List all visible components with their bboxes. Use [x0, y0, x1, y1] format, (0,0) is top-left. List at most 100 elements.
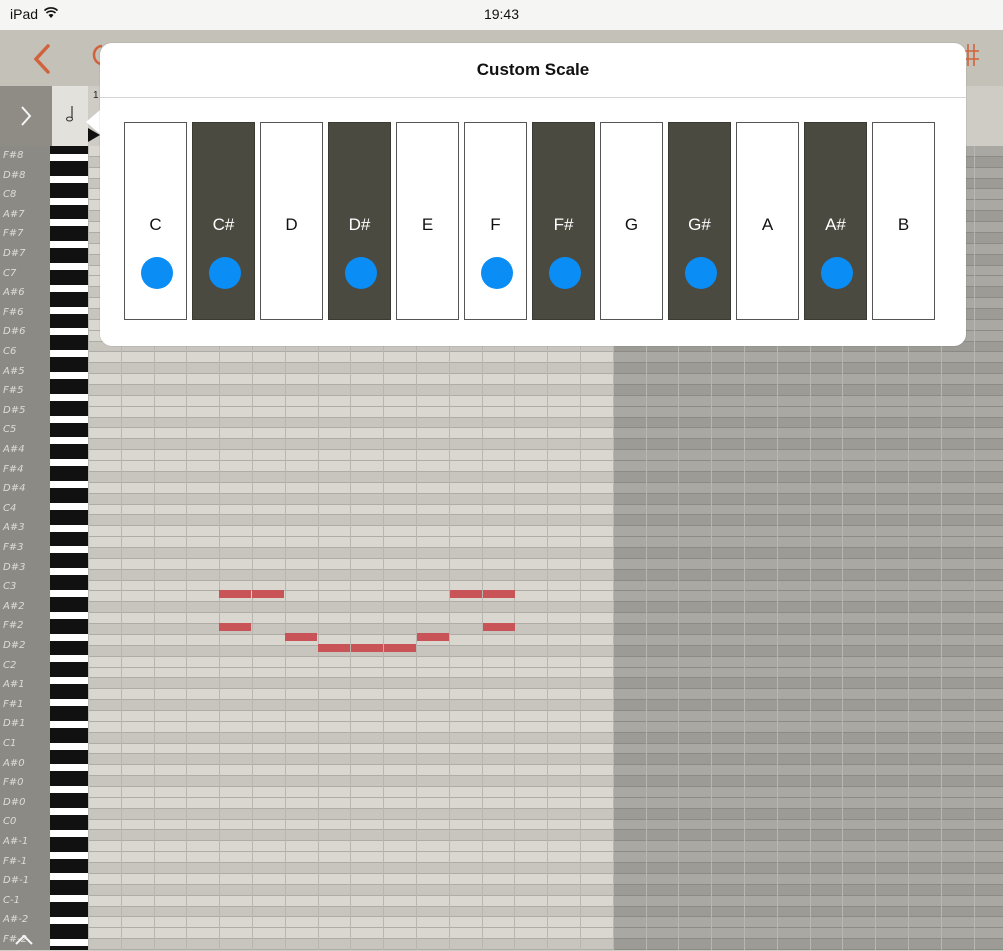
status-time: 19:43 — [483, 6, 520, 22]
scale-key-label: G# — [688, 215, 711, 234]
note-label: C3 — [3, 581, 17, 593]
piano-white-key[interactable] — [50, 699, 88, 706]
scale-key[interactable]: A — [736, 122, 799, 320]
scale-key-label: B — [897, 215, 910, 234]
midi-note[interactable] — [285, 633, 317, 641]
piano-white-key[interactable] — [50, 154, 88, 161]
piano-white-key[interactable] — [50, 786, 88, 793]
collapse-chevron-icon[interactable] — [14, 930, 34, 951]
piano-white-key[interactable] — [50, 590, 88, 597]
piano-white-key[interactable] — [50, 263, 88, 270]
piano-white-key[interactable] — [50, 546, 88, 553]
selected-dot-icon — [209, 257, 241, 289]
midi-note[interactable] — [351, 644, 383, 652]
piano-white-key[interactable] — [50, 416, 88, 423]
scale-key[interactable]: C — [124, 122, 187, 320]
piano-white-key[interactable] — [50, 459, 88, 466]
piano-white-key[interactable] — [50, 830, 88, 837]
piano-white-key[interactable] — [50, 764, 88, 771]
midi-note[interactable] — [219, 590, 251, 598]
selected-dot-icon — [345, 257, 377, 289]
piano-white-key[interactable] — [50, 307, 88, 314]
piano-white-key[interactable] — [50, 743, 88, 750]
custom-scale-popover: Custom Scale C C# D D# E F F# G G# A A# B — [100, 43, 966, 346]
scale-key-label: G — [624, 215, 639, 234]
piano-white-key[interactable] — [50, 481, 88, 488]
piano-white-key[interactable] — [50, 350, 88, 357]
scale-key-label: D# — [348, 215, 371, 234]
piano-white-key[interactable] — [50, 437, 88, 444]
piano-white-key[interactable] — [50, 939, 88, 946]
scale-key[interactable]: D# — [328, 122, 391, 320]
note-label: A#6 — [3, 287, 25, 299]
scale-key[interactable]: B — [872, 122, 935, 320]
piano-white-key[interactable] — [50, 808, 88, 815]
midi-note[interactable] — [384, 644, 416, 652]
piano-white-key[interactable] — [50, 394, 88, 401]
midi-note[interactable] — [450, 590, 482, 598]
status-bar: iPad 19:43 — [0, 0, 1003, 30]
note-label: C4 — [3, 502, 17, 514]
note-label: A#5 — [3, 365, 25, 377]
note-label: A#-1 — [3, 836, 29, 847]
piano-white-key[interactable] — [50, 895, 88, 902]
note-label: F#-1 — [3, 855, 28, 867]
piano-white-key[interactable] — [50, 503, 88, 510]
piano-white-key[interactable] — [50, 917, 88, 924]
piano-white-key[interactable] — [50, 285, 88, 292]
popover-title: Custom Scale — [100, 43, 966, 98]
scale-key[interactable]: E — [396, 122, 459, 320]
piano-white-key[interactable] — [50, 328, 88, 335]
grid-beat-line — [88, 146, 89, 950]
back-chevron-icon[interactable] — [28, 42, 58, 76]
piano-white-key[interactable] — [50, 568, 88, 575]
note-label: A#7 — [3, 208, 25, 220]
piano-white-key[interactable] — [50, 198, 88, 205]
piano-white-key[interactable] — [50, 241, 88, 248]
note-label: D#3 — [3, 561, 26, 573]
midi-note[interactable] — [483, 623, 515, 631]
midi-note[interactable] — [417, 633, 449, 641]
note-label: A#4 — [3, 444, 25, 455]
scale-key[interactable]: D — [260, 122, 323, 320]
scale-key[interactable]: G# — [668, 122, 731, 320]
piano-white-key[interactable] — [50, 372, 88, 379]
piano-keyboard[interactable] — [50, 146, 88, 950]
piano-white-key[interactable] — [50, 219, 88, 226]
midi-note[interactable] — [483, 590, 515, 598]
note-label: D#5 — [3, 404, 26, 416]
note-label: C0 — [3, 816, 17, 828]
note-label: F#6 — [3, 306, 24, 318]
popover-arrow — [86, 110, 100, 134]
note-length-button[interactable] — [52, 86, 88, 146]
scale-key-label: A — [761, 215, 774, 234]
note-label: F#1 — [3, 698, 24, 710]
note-label: F#7 — [3, 228, 24, 240]
scale-key[interactable]: C# — [192, 122, 255, 320]
midi-note[interactable] — [252, 590, 284, 598]
piano-white-key[interactable] — [50, 852, 88, 859]
scale-key[interactable]: F — [464, 122, 527, 320]
piano-white-key[interactable] — [50, 176, 88, 183]
note-label: D#0 — [3, 796, 26, 808]
note-label: C2 — [3, 659, 17, 671]
quarter-note-icon — [65, 104, 75, 129]
selected-dot-icon — [481, 257, 513, 289]
piano-white-key[interactable] — [50, 873, 88, 880]
scale-key[interactable]: A# — [804, 122, 867, 320]
midi-note[interactable] — [318, 644, 350, 652]
piano-white-key[interactable] — [50, 634, 88, 641]
piano-white-key[interactable] — [50, 721, 88, 728]
scale-key[interactable]: F# — [532, 122, 595, 320]
piano-white-key[interactable] — [50, 655, 88, 662]
expand-chevron-icon[interactable] — [0, 86, 52, 146]
note-label: F#0 — [3, 777, 24, 789]
scale-key[interactable]: G — [600, 122, 663, 320]
piano-white-key[interactable] — [50, 612, 88, 619]
midi-note[interactable] — [219, 623, 251, 631]
note-label: F#8 — [3, 150, 24, 161]
note-label: F#3 — [3, 542, 24, 553]
piano-white-key[interactable] — [50, 525, 88, 532]
piano-white-key[interactable] — [50, 677, 88, 684]
note-label: F#4 — [3, 463, 24, 475]
